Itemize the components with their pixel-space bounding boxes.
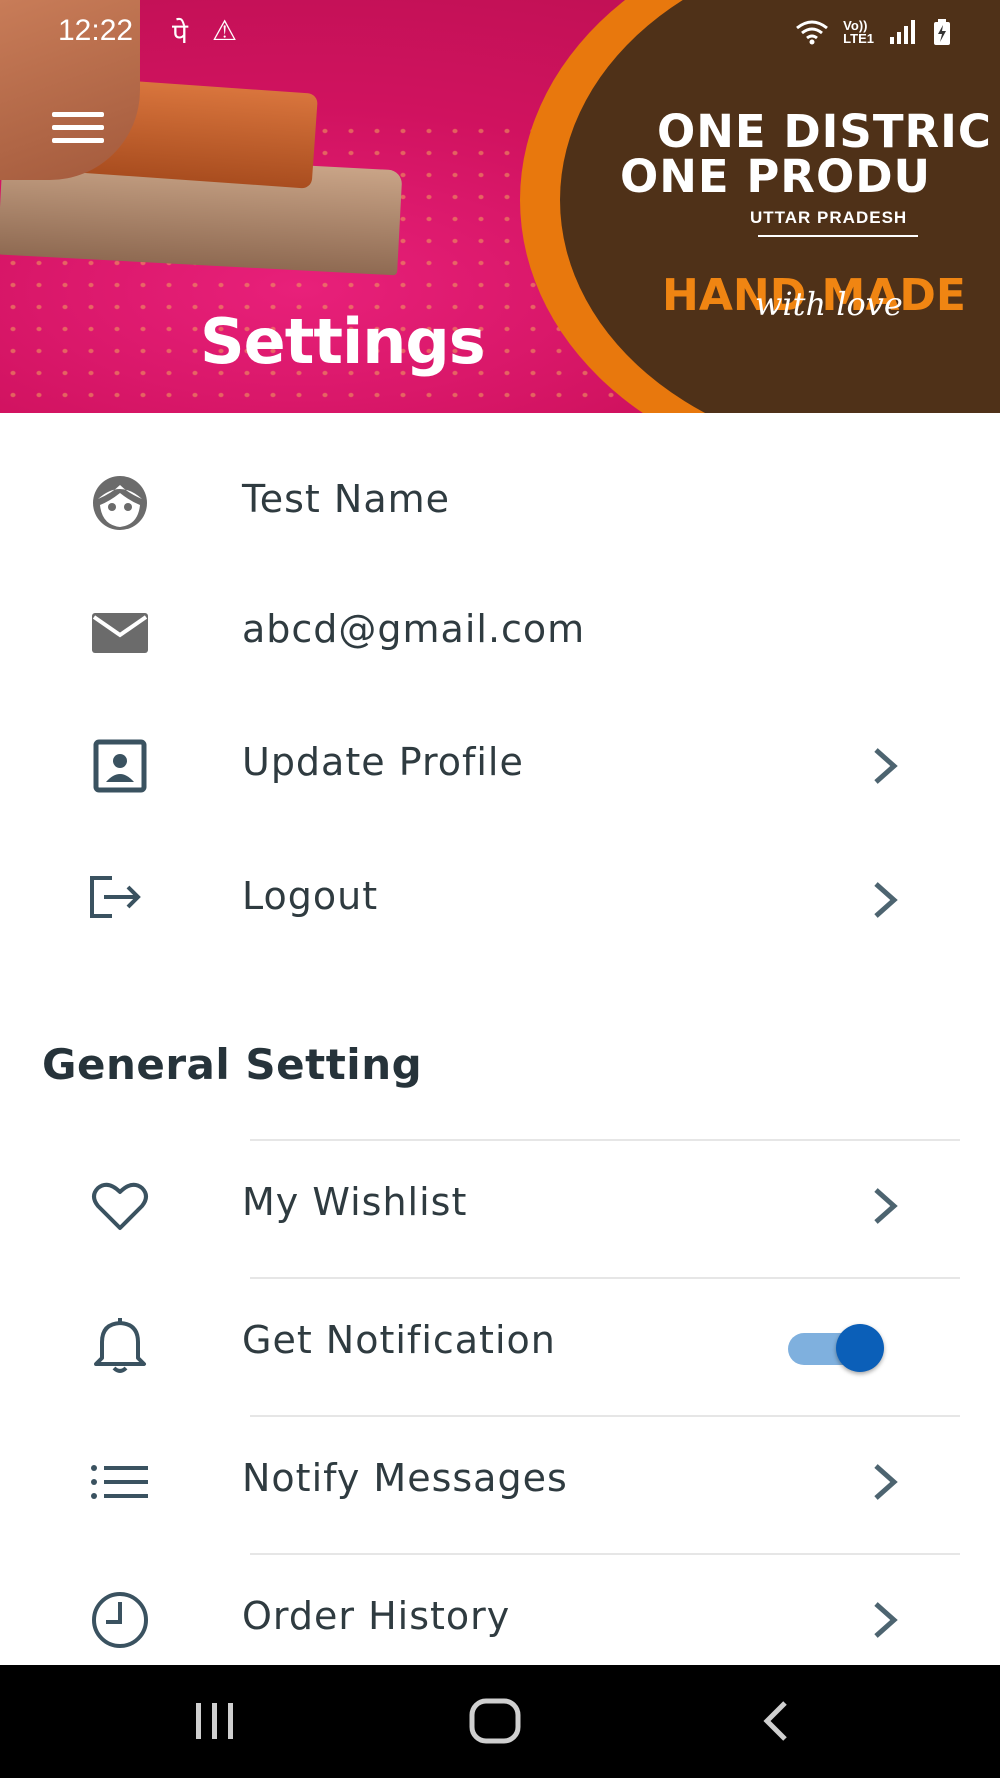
profile-name-row: Test Name bbox=[0, 443, 1000, 563]
order-history-label: Order History bbox=[242, 1594, 511, 1638]
bell-icon bbox=[94, 1318, 146, 1373]
status-icons: Vo)) LTE1 bbox=[795, 18, 952, 46]
system-nav-bar bbox=[0, 1665, 1000, 1778]
chevron-right-icon bbox=[874, 1464, 898, 1500]
notify-messages-label: Notify Messages bbox=[242, 1456, 568, 1500]
heart-icon bbox=[92, 1182, 148, 1230]
notification-toggle[interactable] bbox=[784, 1322, 888, 1374]
face-icon bbox=[93, 476, 147, 530]
divider bbox=[250, 1553, 960, 1555]
notify-messages-row[interactable]: Notify Messages bbox=[0, 1422, 1000, 1542]
chevron-right-icon bbox=[874, 1188, 898, 1224]
banner-with-love: with love bbox=[755, 285, 903, 323]
divider bbox=[250, 1139, 960, 1141]
battery-icon bbox=[934, 19, 950, 45]
logout-icon bbox=[90, 876, 141, 918]
status-time: 12:22 bbox=[58, 14, 134, 47]
profile-card-icon bbox=[93, 739, 147, 793]
banner-line-2: ONE PRODU bbox=[620, 150, 932, 203]
wifi-icon bbox=[796, 20, 829, 45]
chevron-right-icon bbox=[874, 1602, 898, 1638]
logout-label: Logout bbox=[242, 874, 379, 918]
status-bar: 12:22 पे ⚠ Vo)) LTE1 bbox=[0, 0, 1000, 66]
divider bbox=[250, 1277, 960, 1279]
general-setting-heading: General Setting bbox=[42, 1040, 423, 1089]
notification-label: Get Notification bbox=[242, 1318, 556, 1362]
home-icon[interactable] bbox=[465, 1693, 525, 1749]
chevron-right-icon bbox=[874, 882, 898, 918]
banner-subtitle: UTTAR PRADESH bbox=[750, 208, 908, 227]
clock-icon bbox=[92, 1592, 148, 1648]
recent-apps-icon[interactable] bbox=[190, 1693, 240, 1749]
volte-icon: Vo)) LTE1 bbox=[843, 18, 874, 46]
order-history-row[interactable]: Order History bbox=[0, 1560, 1000, 1680]
warning-icon: ⚠ bbox=[212, 14, 238, 47]
update-profile-label: Update Profile bbox=[242, 740, 524, 784]
profile-name: Test Name bbox=[242, 477, 451, 521]
wishlist-label: My Wishlist bbox=[242, 1180, 468, 1224]
list-icon bbox=[91, 1465, 148, 1499]
banner-divider bbox=[758, 235, 918, 237]
mail-icon bbox=[92, 613, 148, 653]
toggle-knob bbox=[836, 1324, 884, 1372]
divider bbox=[250, 1415, 960, 1417]
signal-icon bbox=[890, 20, 915, 44]
page-title: Settings bbox=[200, 305, 486, 378]
profile-email: abcd@gmail.com bbox=[242, 607, 586, 651]
wishlist-row[interactable]: My Wishlist bbox=[0, 1146, 1000, 1266]
logout-row[interactable]: Logout bbox=[0, 840, 1000, 960]
status-app-glyph: पे bbox=[172, 17, 188, 50]
back-icon[interactable] bbox=[755, 1693, 795, 1749]
hamburger-menu-icon[interactable] bbox=[52, 112, 104, 146]
chevron-right-icon bbox=[874, 748, 898, 784]
notification-row: Get Notification bbox=[0, 1284, 1000, 1404]
profile-email-row: abcd@gmail.com bbox=[0, 573, 1000, 693]
update-profile-row[interactable]: Update Profile bbox=[0, 706, 1000, 826]
